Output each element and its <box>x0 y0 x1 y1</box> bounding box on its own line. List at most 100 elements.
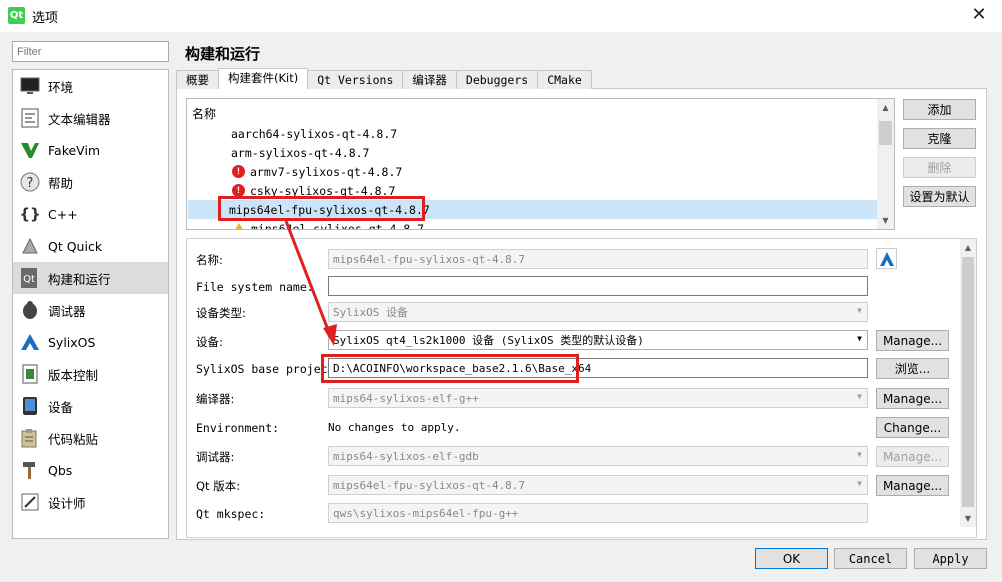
cancel-button[interactable]: Cancel <box>834 548 907 569</box>
tab-compilers[interactable]: 编译器 <box>402 70 457 89</box>
compiler-manage-button[interactable]: Manage... <box>876 388 949 409</box>
mkspec-label: Qt mkspec: <box>196 507 266 521</box>
clone-kit-button[interactable]: 克隆 <box>903 128 976 149</box>
svg-text:Qt: Qt <box>23 274 35 285</box>
scrollbar-thumb[interactable] <box>879 121 892 145</box>
title-bar: Qt 选项 ✕ <box>0 0 1002 32</box>
tab-kits[interactable]: 构建套件(Kit) <box>218 68 309 89</box>
tab-qt-versions[interactable]: Qt Versions <box>307 70 404 89</box>
text-editor-icon <box>19 107 41 129</box>
kit-row[interactable]: ! csky-sylixos-qt-4.8.7 <box>188 181 878 200</box>
mkspec-field: qws\sylixos-mips64el-fpu-g++ <box>328 503 868 523</box>
kit-name-field: mips64el-fpu-sylixos-qt-4.8.7 <box>328 249 868 269</box>
details-scrollbar[interactable]: ▲ ▼ <box>960 239 976 527</box>
kit-name: armv7-sylixos-qt-4.8.7 <box>250 164 403 179</box>
nav-item-fakevim[interactable]: FakeVim <box>13 134 168 166</box>
nav-item-environment[interactable]: 环境 <box>13 70 168 102</box>
tab-overview[interactable]: 概要 <box>176 70 219 89</box>
nav-item-build-run[interactable]: Qt 构建和运行 <box>13 262 168 294</box>
qt-version-manage-button[interactable]: Manage... <box>876 475 949 496</box>
kit-icon-button[interactable] <box>876 248 897 269</box>
scroll-down-icon[interactable]: ▼ <box>877 212 894 229</box>
qt-version-label: Qt 版本: <box>196 479 241 493</box>
device-type-select[interactable]: SylixOS 设备 <box>328 302 868 322</box>
kit-row[interactable]: arm-sylixos-qt-4.8.7 <box>188 143 878 162</box>
debugger-icon <box>19 299 41 321</box>
fs-name-input[interactable] <box>328 276 868 296</box>
compiler-value: mips64-sylixos-elf-g++ <box>333 391 479 405</box>
kit-list-scrollbar[interactable]: ▲ ▼ <box>877 99 894 229</box>
scroll-down-icon[interactable]: ▼ <box>960 510 976 527</box>
nav-item-device[interactable]: 设备 <box>13 390 168 422</box>
qt-version-value: mips64el-fpu-sylixos-qt-4.8.7 <box>333 478 526 492</box>
nav-item-version-control[interactable]: 版本控制 <box>13 358 168 390</box>
window-title: 选项 <box>32 11 59 26</box>
nav-item-label: C++ <box>48 206 78 222</box>
kit-row[interactable]: aarch64-sylixos-qt-4.8.7 <box>188 124 878 143</box>
browse-button[interactable]: 浏览... <box>876 358 949 379</box>
kit-row-selected[interactable]: mips64el-fpu-sylixos-qt-4.8.7 <box>188 200 878 219</box>
nav-item-label: 调试器 <box>48 303 86 319</box>
kit-row[interactable]: mips64el-sylixos-qt-4.8.7 <box>188 219 878 230</box>
filter-input[interactable] <box>12 41 169 62</box>
compiler-select[interactable]: mips64-sylixos-elf-g++ <box>328 388 868 408</box>
cpp-braces-icon: {} <box>19 205 41 223</box>
nav-item-cpp[interactable]: {} C++ <box>13 198 168 230</box>
delete-kit-button[interactable]: 删除 <box>903 157 976 178</box>
tab-cmake[interactable]: CMake <box>537 70 592 89</box>
scroll-up-icon[interactable]: ▲ <box>960 239 976 256</box>
kit-list-header: 名称 <box>192 107 217 121</box>
version-control-icon <box>19 363 41 385</box>
tab-bar: 概要 构建套件(Kit) Qt Versions 编译器 Debuggers C… <box>176 68 592 89</box>
device-type-value: SylixOS 设备 <box>333 306 408 319</box>
qt-version-select[interactable]: mips64el-fpu-sylixos-qt-4.8.7 <box>328 475 868 495</box>
device-manage-button[interactable]: Manage... <box>876 330 949 351</box>
nav-item-label: SylixOS <box>48 334 96 350</box>
apply-button[interactable]: Apply <box>914 548 987 569</box>
add-kit-button[interactable]: 添加 <box>903 99 976 120</box>
nav-item-label: 构建和运行 <box>48 271 111 287</box>
fs-name-label: File system name: <box>196 280 314 294</box>
nav-item-help[interactable]: ? 帮助 <box>13 166 168 198</box>
kit-list: 名称 aarch64-sylixos-qt-4.8.7 arm-sylixos-… <box>186 98 895 230</box>
kit-name: mips64el-sylixos-qt-4.8.7 <box>251 221 425 230</box>
qt-app-icon: Qt <box>8 7 25 24</box>
nav-item-debugger[interactable]: 调试器 <box>13 294 168 326</box>
page-title: 构建和运行 <box>185 45 261 63</box>
scrollbar-thumb[interactable] <box>962 257 974 507</box>
compiler-label: 编译器: <box>196 392 235 406</box>
nav-item-code-paste[interactable]: 代码粘贴 <box>13 422 168 454</box>
debugger-label: 调试器: <box>196 450 235 464</box>
monitor-icon <box>19 75 41 97</box>
svg-text:?: ? <box>27 176 34 191</box>
help-icon: ? <box>19 171 41 193</box>
kit-name: arm-sylixos-qt-4.8.7 <box>231 145 370 160</box>
nav-item-qt-quick[interactable]: Qt Quick <box>13 230 168 262</box>
code-paste-icon <box>19 427 41 449</box>
device-select[interactable]: SylixOS qt4_ls2k1000 设备 (SylixOS 类型的默认设备… <box>328 330 868 350</box>
set-default-button[interactable]: 设置为默认 <box>903 186 976 207</box>
nav-item-label: 版本控制 <box>48 367 99 383</box>
device-type-label: 设备类型: <box>196 306 246 320</box>
scroll-up-icon[interactable]: ▲ <box>877 99 894 116</box>
base-project-input[interactable]: D:\ACOINFO\workspace_base2.1.6\Base_x64 <box>328 358 868 378</box>
tab-debuggers[interactable]: Debuggers <box>455 70 539 89</box>
ok-button[interactable]: OK <box>755 548 828 569</box>
debugger-manage-button[interactable]: Manage... <box>876 446 949 467</box>
nav-item-label: 环境 <box>48 79 74 95</box>
debugger-value: mips64-sylixos-elf-gdb <box>333 449 479 463</box>
environment-change-button[interactable]: Change... <box>876 417 949 438</box>
warning-icon <box>232 222 246 229</box>
nav-item-designer[interactable]: 设计师 <box>13 486 168 518</box>
nav-item-text-editor[interactable]: 文本编辑器 <box>13 102 168 134</box>
nav-item-label: Qbs <box>48 462 73 478</box>
nav-item-qbs[interactable]: Qbs <box>13 454 168 486</box>
close-icon[interactable]: ✕ <box>956 0 1002 32</box>
kit-row[interactable]: ! armv7-sylixos-qt-4.8.7 <box>188 162 878 181</box>
debugger-select[interactable]: mips64-sylixos-elf-gdb <box>328 446 868 466</box>
device-label: 设备: <box>196 335 223 349</box>
environment-value: No changes to apply. <box>328 421 461 434</box>
nav-item-sylixos[interactable]: SylixOS <box>13 326 168 358</box>
device-value: SylixOS qt4_ls2k1000 设备 (SylixOS 类型的默认设备… <box>333 334 644 347</box>
nav-item-label: FakeVim <box>48 142 101 158</box>
